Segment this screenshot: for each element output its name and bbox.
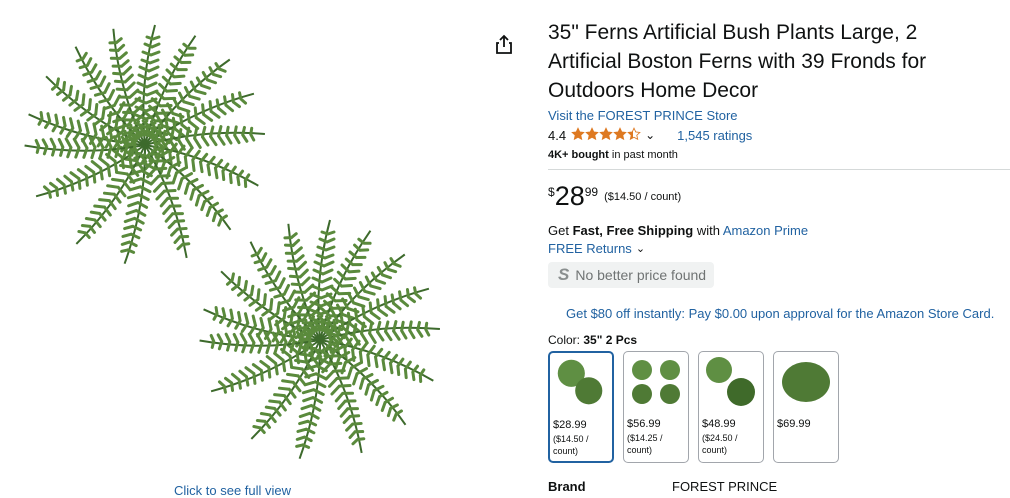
dollar-s-icon: S	[558, 265, 570, 284]
shipping-line: Get Fast, Free Shipping with Amazon Prim…	[548, 223, 1010, 238]
fern-bottom-right	[197, 218, 443, 462]
color-swatch[interactable]: $69.99	[773, 351, 839, 463]
brand-label: Brand	[548, 479, 586, 494]
returns-line[interactable]: FREE Returns ⌄	[548, 241, 1010, 256]
swatch-price: $48.99	[702, 418, 736, 430]
star-icon	[613, 126, 627, 140]
ratings-count-link[interactable]: 1,545 ratings	[677, 128, 752, 143]
shipping-middle: with	[693, 223, 723, 238]
swatch-image	[782, 362, 830, 402]
star-icon	[627, 126, 641, 140]
star-icon	[585, 126, 599, 140]
color-swatches: $28.99 ($14.50 / count) $56.99 ($14.25 /…	[548, 351, 1010, 463]
brand-row: Brand FOREST PRINCE	[548, 479, 1010, 494]
store-card-offer-link[interactable]: Get $80 off instantly: Pay $0.00 upon ap…	[548, 306, 1010, 321]
color-selected: 35" 2 Pcs	[583, 333, 638, 347]
product-title: 35" Ferns Artificial Bush Plants Large, …	[548, 21, 927, 102]
color-label: Color: 35" 2 Pcs	[548, 333, 1010, 347]
swatch-image	[557, 359, 603, 405]
unit-price: ($14.50 / count)	[604, 191, 682, 203]
amazon-prime-link[interactable]: Amazon Prime	[723, 223, 808, 238]
product-main-image[interactable]	[0, 10, 480, 480]
swatch-unit-price: ($24.50 / count)	[702, 433, 738, 455]
free-returns-link[interactable]: FREE Returns	[548, 241, 632, 256]
no-better-price-text: No better price found	[575, 267, 707, 283]
rating-row: 4.4 ⌄ 1,545 ratings	[548, 126, 1010, 144]
swatch-image	[632, 360, 680, 404]
brand-value: FOREST PRINCE	[672, 479, 778, 494]
bought-period: in past month	[608, 149, 678, 161]
chevron-down-icon[interactable]: ⌄	[636, 242, 645, 255]
swatch-price: $56.99	[627, 418, 661, 430]
color-swatch[interactable]: $56.99 ($14.25 / count)	[623, 351, 689, 463]
color-label-text: Color:	[548, 333, 584, 347]
chevron-down-icon[interactable]: ⌄	[645, 128, 655, 142]
star-icon	[599, 126, 613, 140]
bought-in-past-month: 4K+ bought in past month	[548, 149, 1010, 161]
swatch-image	[706, 357, 755, 406]
color-swatch[interactable]: $28.99 ($14.50 / count)	[548, 351, 614, 463]
color-swatch[interactable]: $48.99 ($24.50 / count)	[698, 351, 764, 463]
rating-value: 4.4	[548, 127, 567, 143]
shipping-bold: Fast, Free Shipping	[572, 223, 694, 238]
star-icon	[571, 126, 585, 140]
store-link[interactable]: Visit the FOREST PRINCE Store	[548, 108, 1010, 123]
fern-top-left	[22, 23, 268, 267]
no-better-price-badge: S No better price found	[548, 262, 715, 288]
swatch-price: $69.99	[777, 418, 811, 430]
shipping-prefix: Get	[548, 223, 573, 238]
divider	[548, 169, 1010, 170]
click-full-view-link[interactable]: Click to see full view	[174, 483, 291, 498]
swatch-unit-price: ($14.50 / count)	[553, 434, 589, 456]
price-symbol: $	[548, 185, 555, 199]
price-whole: 28	[554, 181, 585, 211]
bought-count: 4K+ bought	[548, 149, 609, 161]
share-icon[interactable]	[494, 34, 514, 56]
product-image-area[interactable]: Click to see full view	[0, 0, 520, 498]
price-fraction: 99	[584, 185, 599, 199]
price: $ 28 99 ($14.50 / count)	[548, 182, 1010, 212]
rating-stars[interactable]	[571, 126, 641, 144]
swatch-price: $28.99	[553, 419, 587, 431]
swatch-unit-price: ($14.25 / count)	[627, 433, 663, 455]
product-details: 35" Ferns Artificial Bush Plants Large, …	[548, 18, 1010, 494]
